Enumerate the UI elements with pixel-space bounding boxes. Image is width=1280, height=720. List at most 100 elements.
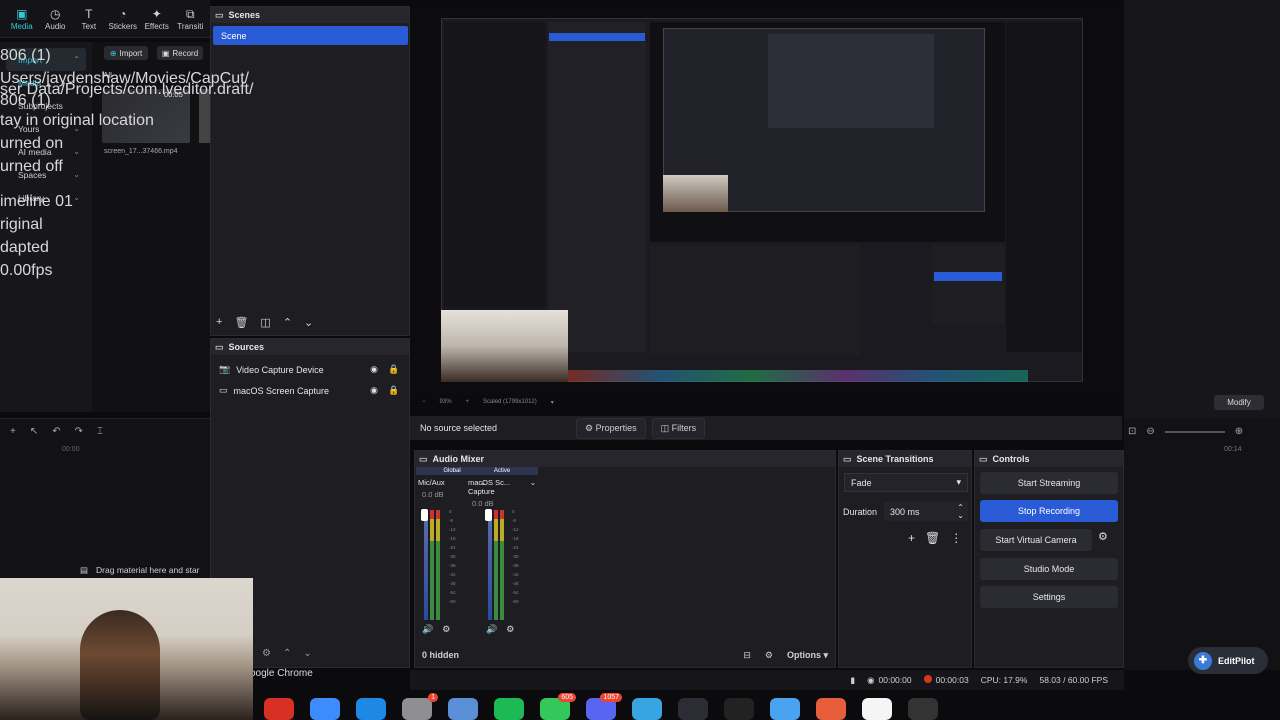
film-icon: ▤ xyxy=(80,565,89,575)
visibility-eye-icon[interactable]: ◉ xyxy=(367,364,381,375)
scene-item-selected[interactable]: Scene xyxy=(213,26,408,45)
timeline-timecode: 00:00 xyxy=(62,446,80,453)
lock-icon[interactable]: 🔒 xyxy=(387,385,401,396)
nested-right-panel xyxy=(1006,22,1082,352)
studio-mode-button[interactable]: Studio Mode xyxy=(980,558,1118,580)
move-down-icon[interactable]: ⌄ xyxy=(304,316,313,329)
undo-icon[interactable]: ↶ xyxy=(52,426,60,437)
duration-field[interactable]: 300 ms ⌃ ⌄ xyxy=(884,502,968,521)
cursor-icon[interactable]: ↖ xyxy=(30,426,38,437)
settings-icon[interactable]: 1 xyxy=(402,692,438,720)
virtual-camera-gear-icon[interactable]: ⚙ xyxy=(1098,530,1108,543)
messages-icon[interactable]: 605 xyxy=(540,692,576,720)
trash-icon[interactable]: 🗑 xyxy=(925,531,940,545)
timeline-toolbar: + ↖ ↶ ↷ ⌶ xyxy=(10,426,103,437)
zoom-slider[interactable] xyxy=(1164,431,1225,433)
stop-recording-button[interactable]: Stop Recording xyxy=(980,500,1118,522)
volume-meter xyxy=(500,510,504,620)
gear-icon[interactable]: ⚙ xyxy=(262,648,271,659)
transitions-tab[interactable]: ⧉ Transiti xyxy=(177,8,205,37)
notes-icon[interactable] xyxy=(862,697,892,720)
source-toolbar: ⚙ ⌃ ⌄ xyxy=(262,648,312,659)
record-button[interactable]: ▣ Record xyxy=(157,46,203,60)
volume-meter xyxy=(430,510,434,620)
app-icon[interactable] xyxy=(632,697,662,720)
zoom-in-icon[interactable]: ⊕ xyxy=(1235,426,1243,437)
xcode-icon[interactable] xyxy=(356,697,386,720)
audio-tab[interactable]: ◷ Audio xyxy=(42,8,70,37)
zoom-out-icon[interactable]: ⊖ xyxy=(1146,426,1154,437)
source-item-video-capture[interactable]: 📷 Video Capture Device ◉ 🔒 xyxy=(211,359,409,380)
chrome-icon[interactable] xyxy=(264,697,294,720)
options-button[interactable]: Options ▾ xyxy=(787,650,828,661)
terminal-icon[interactable] xyxy=(724,697,754,720)
volume-fader[interactable] xyxy=(421,509,428,521)
zoom-out-icon[interactable]: − xyxy=(422,399,426,405)
transition-select[interactable]: Fade ▾ xyxy=(844,473,968,492)
spotify-icon[interactable] xyxy=(494,697,524,720)
properties-button[interactable]: ⚙ Properties xyxy=(576,417,646,439)
obs2-icon[interactable] xyxy=(908,697,938,720)
obs-status-bar: ▮ ◉ 00:00:00 00:00:03 CPU: 17.9% 58.03 / … xyxy=(410,670,1124,690)
gear-icon[interactable]: ⚙ xyxy=(765,650,773,661)
record-status: 00:00:03 xyxy=(923,675,969,685)
start-virtual-camera-button[interactable]: Start Virtual Camera xyxy=(980,529,1092,551)
volume-fader[interactable] xyxy=(485,509,492,521)
add-scene-icon[interactable]: + xyxy=(216,316,222,329)
nested-webcam xyxy=(663,175,728,212)
capcut-timeline-right xyxy=(1124,418,1280,670)
drag-material-hint: ▤ Drag material here and star xyxy=(80,565,200,575)
meter-scale: 0 -6 -12 -18 -24 -30 -36 -42 -48 -54 -60 xyxy=(512,509,519,604)
plus-circle-icon: ⊕ xyxy=(109,48,117,58)
channel-name[interactable]: macOS Sc... Capture ⌄ xyxy=(466,475,538,499)
source-item-screen-capture[interactable]: ▭ macOS Screen Capture ◉ 🔒 xyxy=(211,380,409,401)
stickers-tab[interactable]: ◔ Stickers xyxy=(109,8,137,37)
lock-icon[interactable]: 🔒 xyxy=(387,364,401,375)
speaker-icon[interactable]: 🔊 xyxy=(422,624,433,635)
filter-icon[interactable]: ◫ xyxy=(260,316,270,329)
start-streaming-button[interactable]: Start Streaming xyxy=(980,472,1118,494)
split-icon[interactable]: ⌶ xyxy=(97,426,103,437)
stepper-icon[interactable]: ⌃ ⌄ xyxy=(957,503,964,520)
capcut-icon[interactable] xyxy=(816,697,846,720)
dropdown-icon[interactable]: ▾ xyxy=(551,399,554,406)
add-icon[interactable]: + xyxy=(10,426,16,437)
speaker-icon[interactable]: 🔊 xyxy=(486,624,497,635)
media-tab[interactable]: ▣ Media xyxy=(8,8,36,37)
visibility-eye-icon[interactable]: ◉ xyxy=(367,385,381,396)
mail-icon[interactable] xyxy=(310,697,340,720)
dock-icon: ▭ xyxy=(215,341,224,352)
obs-icon[interactable] xyxy=(678,697,708,720)
effects-icon: ✦ xyxy=(151,7,162,21)
gear-icon[interactable]: ⚙ xyxy=(442,624,450,635)
settings-button[interactable]: Settings xyxy=(980,586,1118,608)
discord-icon[interactable]: 1057 xyxy=(586,692,622,720)
capcut-toolbar: ▣ Media ◷ Audio T Text ◔ Stickers ✦ Effects ⧉… xyxy=(0,0,210,38)
chevron-down-icon: ⌄ xyxy=(73,170,80,179)
layout-icon[interactable]: ⊟ xyxy=(743,650,751,661)
folder-icon[interactable] xyxy=(770,697,800,720)
capcut-properties-panel xyxy=(1124,0,1280,418)
finder-icon[interactable] xyxy=(448,697,478,720)
add-icon[interactable]: + xyxy=(908,531,915,545)
nested-dock xyxy=(568,370,1028,382)
effects-tab[interactable]: ✦ Effects xyxy=(143,8,171,37)
move-down-icon[interactable]: ⌄ xyxy=(303,648,311,659)
webcam-overlay xyxy=(441,310,568,382)
modify-button[interactable]: Modify xyxy=(1214,395,1264,410)
notification-badge: 1057 xyxy=(600,692,622,702)
text-tab[interactable]: T Text xyxy=(75,8,103,37)
redo-icon[interactable]: ↷ xyxy=(75,426,83,437)
move-up-icon[interactable]: ⌃ xyxy=(283,316,292,329)
editpilot-button[interactable]: ✚ EditPilot xyxy=(1188,647,1268,674)
trash-icon[interactable]: 🗑 xyxy=(234,316,248,329)
more-icon[interactable]: ⋮ xyxy=(950,531,962,545)
import-button[interactable]: ⊕ Import xyxy=(104,46,148,60)
move-up-icon[interactable]: ⌃ xyxy=(283,648,291,659)
fit-icon[interactable]: ⊡ xyxy=(1128,426,1136,437)
gear-icon[interactable]: ⚙ xyxy=(506,624,514,635)
mixer-footer: 0 hidden ⊟ ⚙ Options ▾ xyxy=(414,645,836,665)
filters-button[interactable]: ◫ Filters xyxy=(651,417,706,439)
zoom-in-icon[interactable]: + xyxy=(466,399,470,405)
info-line: imeline 01 xyxy=(0,193,73,210)
